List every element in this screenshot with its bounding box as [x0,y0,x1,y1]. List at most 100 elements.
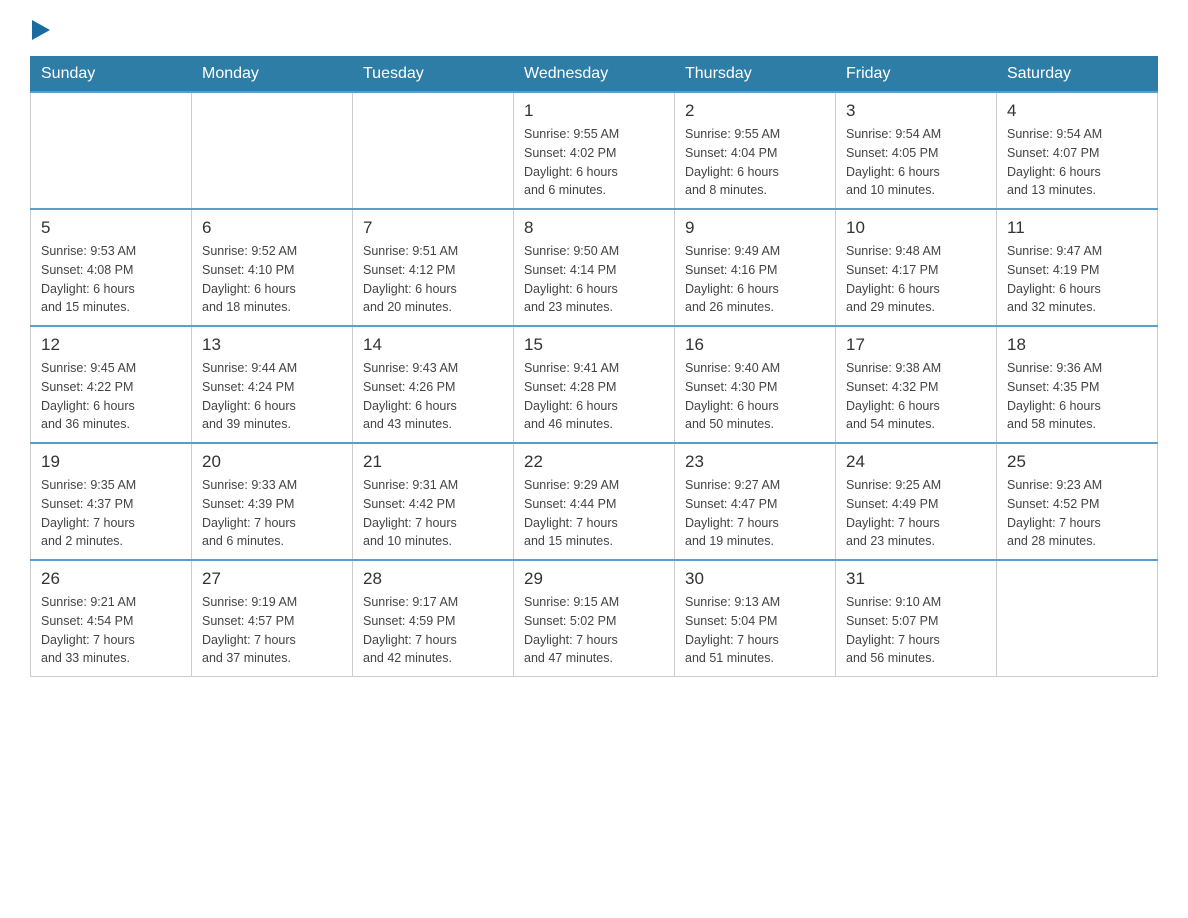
calendar-week-row: 12 Sunrise: 9:45 AM Sunset: 4:22 PM Dayli… [31,326,1158,443]
day-info: Sunrise: 9:55 AM Sunset: 4:02 PM Dayligh… [524,125,664,200]
day-info: Sunrise: 9:33 AM Sunset: 4:39 PM Dayligh… [202,476,342,551]
calendar-cell: 18 Sunrise: 9:36 AM Sunset: 4:35 PM Dayli… [997,326,1158,443]
calendar-cell: 23Sunrise: 9:27 AM Sunset: 4:47 PM Dayli… [675,443,836,560]
day-info: Sunrise: 9:48 AM Sunset: 4:17 PM Dayligh… [846,242,986,317]
calendar-header-monday: Monday [192,57,353,93]
calendar-header-thursday: Thursday [675,57,836,93]
day-info: Sunrise: 9:40 AM Sunset: 4:30 PM Dayligh… [685,359,825,434]
day-info: Sunrise: 9:49 AM Sunset: 4:16 PM Dayligh… [685,242,825,317]
day-info: Sunrise: 9:36 AM Sunset: 4:35 PM Dayligh… [1007,359,1147,434]
day-number: 31 [846,569,986,589]
day-number: 29 [524,569,664,589]
day-info: Sunrise: 9:51 AM Sunset: 4:12 PM Dayligh… [363,242,503,317]
calendar-cell [353,92,514,209]
day-number: 15 [524,335,664,355]
calendar-cell: 20 Sunrise: 9:33 AM Sunset: 4:39 PM Dayli… [192,443,353,560]
day-number: 3 [846,101,986,121]
calendar-cell: 29 Sunrise: 9:15 AM Sunset: 5:02 PM Dayli… [514,560,675,677]
day-number: 16 [685,335,825,355]
day-number: 19 [41,452,181,472]
day-info: Sunrise: 9:31 AM Sunset: 4:42 PM Dayligh… [363,476,503,551]
day-number: 1 [524,101,664,121]
day-number: 21 [363,452,503,472]
day-info: Sunrise: 9:15 AM Sunset: 5:02 PM Dayligh… [524,593,664,668]
day-number: 13 [202,335,342,355]
logo-arrow-icon [32,20,50,40]
day-info: Sunrise: 9:27 AM Sunset: 4:47 PM Dayligh… [685,476,825,551]
day-info: Sunrise: 9:35 AM Sunset: 4:37 PM Dayligh… [41,476,181,551]
day-number: 26 [41,569,181,589]
day-info: Sunrise: 9:53 AM Sunset: 4:08 PM Dayligh… [41,242,181,317]
day-number: 24 [846,452,986,472]
calendar-cell: 1 Sunrise: 9:55 AM Sunset: 4:02 PM Daylig… [514,92,675,209]
day-info: Sunrise: 9:54 AM Sunset: 4:07 PM Dayligh… [1007,125,1147,200]
day-info: Sunrise: 9:44 AM Sunset: 4:24 PM Dayligh… [202,359,342,434]
day-number: 18 [1007,335,1147,355]
day-number: 28 [363,569,503,589]
calendar-header-saturday: Saturday [997,57,1158,93]
calendar-cell: 8Sunrise: 9:50 AM Sunset: 4:14 PM Daylig… [514,209,675,326]
day-number: 12 [41,335,181,355]
calendar-week-row: 5 Sunrise: 9:53 AM Sunset: 4:08 PM Daylig… [31,209,1158,326]
calendar-header-tuesday: Tuesday [353,57,514,93]
day-info: Sunrise: 9:29 AM Sunset: 4:44 PM Dayligh… [524,476,664,551]
calendar-cell: 31 Sunrise: 9:10 AM Sunset: 5:07 PM Dayli… [836,560,997,677]
day-info: Sunrise: 9:43 AM Sunset: 4:26 PM Dayligh… [363,359,503,434]
calendar-cell: 2 Sunrise: 9:55 AM Sunset: 4:04 PM Daylig… [675,92,836,209]
day-info: Sunrise: 9:45 AM Sunset: 4:22 PM Dayligh… [41,359,181,434]
day-info: Sunrise: 9:52 AM Sunset: 4:10 PM Dayligh… [202,242,342,317]
calendar-cell: 21 Sunrise: 9:31 AM Sunset: 4:42 PM Dayli… [353,443,514,560]
calendar-cell: 28 Sunrise: 9:17 AM Sunset: 4:59 PM Dayli… [353,560,514,677]
day-number: 11 [1007,218,1147,238]
calendar-cell: 3 Sunrise: 9:54 AM Sunset: 4:05 PM Daylig… [836,92,997,209]
day-info: Sunrise: 9:10 AM Sunset: 5:07 PM Dayligh… [846,593,986,668]
day-number: 5 [41,218,181,238]
logo [30,20,52,36]
day-number: 7 [363,218,503,238]
day-info: Sunrise: 9:13 AM Sunset: 5:04 PM Dayligh… [685,593,825,668]
calendar-cell: 19 Sunrise: 9:35 AM Sunset: 4:37 PM Dayli… [31,443,192,560]
calendar-cell: 7 Sunrise: 9:51 AM Sunset: 4:12 PM Daylig… [353,209,514,326]
day-info: Sunrise: 9:21 AM Sunset: 4:54 PM Dayligh… [41,593,181,668]
day-number: 27 [202,569,342,589]
calendar-cell: 13 Sunrise: 9:44 AM Sunset: 4:24 PM Dayli… [192,326,353,443]
calendar-cell: 26 Sunrise: 9:21 AM Sunset: 4:54 PM Dayli… [31,560,192,677]
day-number: 20 [202,452,342,472]
calendar-header-row: SundayMondayTuesdayWednesdayThursdayFrid… [31,57,1158,93]
day-info: Sunrise: 9:55 AM Sunset: 4:04 PM Dayligh… [685,125,825,200]
page-header [30,20,1158,36]
calendar-cell: 30 Sunrise: 9:13 AM Sunset: 5:04 PM Dayli… [675,560,836,677]
calendar-cell: 14 Sunrise: 9:43 AM Sunset: 4:26 PM Dayli… [353,326,514,443]
calendar-cell: 5 Sunrise: 9:53 AM Sunset: 4:08 PM Daylig… [31,209,192,326]
calendar-week-row: 19 Sunrise: 9:35 AM Sunset: 4:37 PM Dayli… [31,443,1158,560]
day-number: 6 [202,218,342,238]
day-number: 22 [524,452,664,472]
calendar-header-friday: Friday [836,57,997,93]
day-number: 2 [685,101,825,121]
calendar-cell: 11Sunrise: 9:47 AM Sunset: 4:19 PM Dayli… [997,209,1158,326]
calendar-cell: 15 Sunrise: 9:41 AM Sunset: 4:28 PM Dayli… [514,326,675,443]
calendar-cell: 6 Sunrise: 9:52 AM Sunset: 4:10 PM Daylig… [192,209,353,326]
calendar-week-row: 26 Sunrise: 9:21 AM Sunset: 4:54 PM Dayli… [31,560,1158,677]
day-number: 17 [846,335,986,355]
calendar-cell [997,560,1158,677]
day-number: 14 [363,335,503,355]
day-info: Sunrise: 9:41 AM Sunset: 4:28 PM Dayligh… [524,359,664,434]
day-number: 4 [1007,101,1147,121]
day-info: Sunrise: 9:17 AM Sunset: 4:59 PM Dayligh… [363,593,503,668]
calendar-cell: 16 Sunrise: 9:40 AM Sunset: 4:30 PM Dayli… [675,326,836,443]
calendar-cell: 27 Sunrise: 9:19 AM Sunset: 4:57 PM Dayli… [192,560,353,677]
day-number: 25 [1007,452,1147,472]
day-info: Sunrise: 9:54 AM Sunset: 4:05 PM Dayligh… [846,125,986,200]
day-number: 10 [846,218,986,238]
calendar-cell: 25Sunrise: 9:23 AM Sunset: 4:52 PM Dayli… [997,443,1158,560]
calendar-cell: 12 Sunrise: 9:45 AM Sunset: 4:22 PM Dayli… [31,326,192,443]
calendar-week-row: 1 Sunrise: 9:55 AM Sunset: 4:02 PM Daylig… [31,92,1158,209]
calendar-table: SundayMondayTuesdayWednesdayThursdayFrid… [30,56,1158,677]
calendar-cell [31,92,192,209]
calendar-cell: 9Sunrise: 9:49 AM Sunset: 4:16 PM Daylig… [675,209,836,326]
day-info: Sunrise: 9:38 AM Sunset: 4:32 PM Dayligh… [846,359,986,434]
day-info: Sunrise: 9:19 AM Sunset: 4:57 PM Dayligh… [202,593,342,668]
day-number: 30 [685,569,825,589]
calendar-cell: 22 Sunrise: 9:29 AM Sunset: 4:44 PM Dayli… [514,443,675,560]
